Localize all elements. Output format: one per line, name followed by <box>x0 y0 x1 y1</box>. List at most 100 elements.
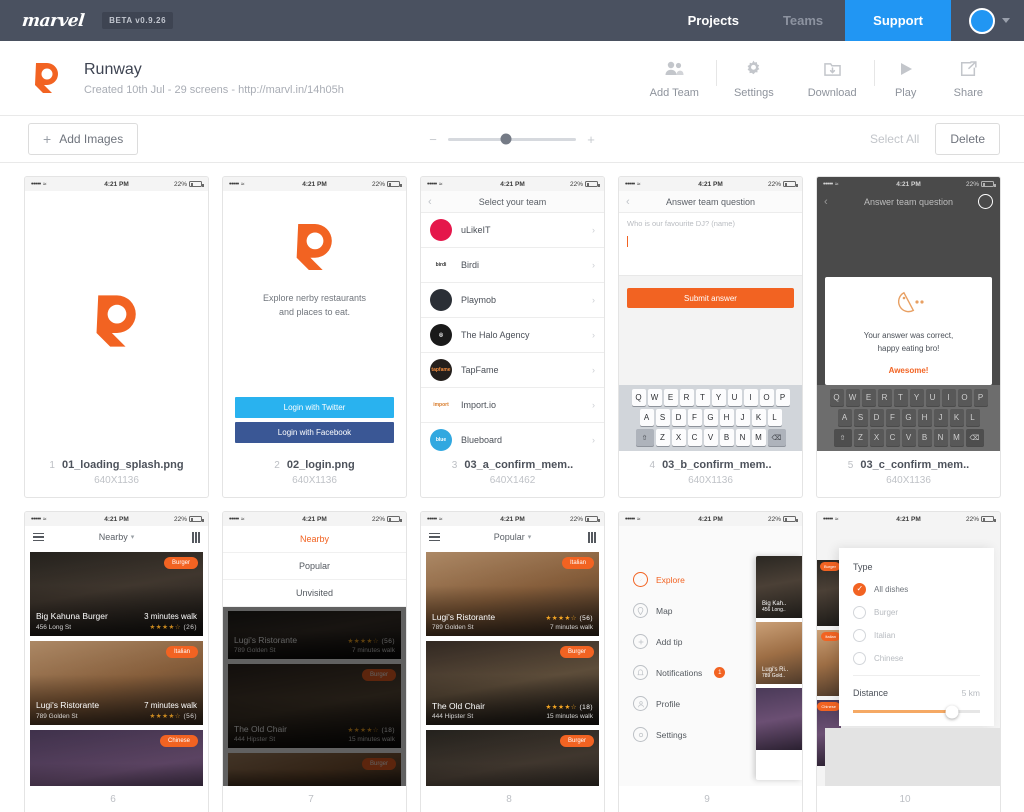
key[interactable]: D <box>671 409 686 426</box>
add-team-button[interactable]: Add Team <box>633 58 716 99</box>
restaurant-card[interactable]: Italian Lugi's Ristorante ★★★★☆ (56) 789… <box>426 552 599 636</box>
filter-option-chinese[interactable]: Chinese <box>853 652 980 665</box>
menu-item-profile[interactable]: Profile <box>633 696 725 711</box>
checkbox-icon[interactable] <box>853 583 866 596</box>
chevron-down-icon[interactable]: ▾ <box>131 533 135 541</box>
restaurant-card[interactable]: Burger The Old Chair ★★★★☆ (18) 444 Hips… <box>426 641 599 725</box>
modal-confirm-button[interactable]: Awesome! <box>835 366 982 375</box>
key[interactable]: W <box>647 389 662 406</box>
restaurant-card[interactable]: Burger Big Kahuna Burger 3 minutes walk … <box>30 552 203 636</box>
key[interactable]: X <box>671 429 686 446</box>
distance-slider-handle[interactable] <box>945 705 959 718</box>
key[interactable]: U <box>727 389 742 406</box>
backspace-key[interactable]: ⌫ <box>767 429 786 446</box>
key[interactable]: B <box>719 429 734 446</box>
zoom-slider[interactable]: − + <box>428 132 596 147</box>
select-all-button[interactable]: Select All <box>870 132 919 146</box>
key[interactable]: Y <box>711 389 726 406</box>
zoom-slider-track[interactable] <box>448 133 576 145</box>
close-icon[interactable] <box>978 194 993 209</box>
key[interactable]: I <box>743 389 758 406</box>
filter-option-all-dishes[interactable]: All dishes <box>853 583 980 596</box>
key[interactable]: P <box>775 389 790 406</box>
key[interactable]: V <box>703 429 718 446</box>
list-item[interactable]: ◎ The Halo Agency › <box>421 318 604 353</box>
zoom-out-icon[interactable]: − <box>428 132 438 147</box>
screen-card-1[interactable]: ••••• ≈ 4:21 PM 22% 1 01_loading_splash.p… <box>24 176 209 498</box>
dropdown-option-unvisited[interactable]: Unvisited <box>223 580 406 607</box>
checkbox-icon[interactable] <box>853 652 866 665</box>
back-icon[interactable]: ‹ <box>626 196 630 208</box>
nav-link-projects[interactable]: Projects <box>666 0 761 41</box>
play-button[interactable]: Play <box>875 58 937 99</box>
zoom-in-icon[interactable]: + <box>586 132 596 147</box>
nav-title[interactable]: Popular <box>494 532 525 542</box>
list-item[interactable]: import Import.io › <box>421 388 604 423</box>
key[interactable]: N <box>735 429 750 446</box>
list-item[interactable]: Playmob › <box>421 283 604 318</box>
key[interactable]: Z <box>655 429 670 446</box>
screen-card-7[interactable]: ••••• ≈ 4:21 PM 22% Nearby Popular Unvisi… <box>222 511 407 812</box>
answer-input[interactable]: Who is our favourite DJ? (name) <box>619 213 802 276</box>
login-facebook-button[interactable]: Login with Facebook <box>235 422 394 443</box>
list-item[interactable]: birdi Birdi › <box>421 248 604 283</box>
screen-card-8[interactable]: ••••• ≈ 4:21 PM 22% Popular ▾ Italian Lu… <box>420 511 605 812</box>
delete-button[interactable]: Delete <box>935 123 1000 155</box>
key[interactable]: H <box>719 409 734 426</box>
shift-key[interactable]: ⇧ <box>635 429 654 446</box>
share-button[interactable]: Share <box>937 58 1000 99</box>
list-item[interactable]: uLikeIT › <box>421 213 604 248</box>
marvel-logo[interactable]: marvel <box>21 11 85 31</box>
filter-icon[interactable] <box>192 531 200 543</box>
key[interactable]: M <box>751 429 766 446</box>
hamburger-menu-icon[interactable] <box>429 532 440 542</box>
login-twitter-button[interactable]: Login with Twitter <box>235 397 394 418</box>
key[interactable]: A <box>639 409 654 426</box>
restaurant-card[interactable]: Burger <box>426 730 599 786</box>
dropdown-option-nearby[interactable]: Nearby <box>223 526 406 553</box>
menu-item-map[interactable]: Map <box>633 603 725 618</box>
screen-card-10[interactable]: ••••• ≈ 4:21 PM 22% Burger Italian Chines… <box>816 511 1001 812</box>
screen-card-6[interactable]: ••••• ≈ 4:21 PM 22% Nearby ▾ Burger Big … <box>24 511 209 812</box>
settings-button[interactable]: Settings <box>717 58 791 99</box>
key[interactable]: T <box>695 389 710 406</box>
menu-item-notifications[interactable]: Notifications 1 <box>633 665 726 680</box>
checkbox-icon[interactable] <box>853 629 866 642</box>
menu-item-settings[interactable]: Settings <box>633 727 725 742</box>
distance-slider[interactable] <box>853 705 980 718</box>
checkbox-icon[interactable] <box>853 606 866 619</box>
key[interactable]: G <box>703 409 718 426</box>
list-item[interactable]: tapfame TapFame › <box>421 353 604 388</box>
nav-link-teams[interactable]: Teams <box>761 0 845 41</box>
avatar[interactable] <box>969 7 995 34</box>
download-button[interactable]: Download <box>791 58 874 99</box>
restaurant-card[interactable]: Italian Lugi's Ristorante 7 minutes walk… <box>30 641 203 725</box>
back-icon[interactable]: ‹ <box>824 196 828 208</box>
key[interactable]: J <box>735 409 750 426</box>
key[interactable]: F <box>687 409 702 426</box>
screen-card-9[interactable]: ••••• ≈ 4:21 PM 22% Explore Map Add tip … <box>618 511 803 812</box>
filter-option-italian[interactable]: Italian <box>853 629 980 642</box>
list-item[interactable]: blue Blueboard › <box>421 423 604 451</box>
dropdown-option-popular[interactable]: Popular <box>223 553 406 580</box>
key[interactable]: L <box>767 409 782 426</box>
zoom-slider-handle[interactable] <box>500 133 512 145</box>
chevron-down-icon[interactable]: ▾ <box>528 533 532 541</box>
screen-card-2[interactable]: ••••• ≈ 4:21 PM 22% Explore nerby restaur… <box>222 176 407 498</box>
key[interactable]: O <box>759 389 774 406</box>
key[interactable]: S <box>655 409 670 426</box>
key[interactable]: C <box>687 429 702 446</box>
submit-answer-button[interactable]: Submit answer <box>627 288 794 308</box>
screen-card-5[interactable]: ••••• ≈ 4:21 PM 22% ‹ Answer team questio… <box>816 176 1001 498</box>
restaurant-card[interactable]: Chinese <box>30 730 203 786</box>
hamburger-menu-icon[interactable] <box>33 532 44 542</box>
key[interactable]: R <box>679 389 694 406</box>
nav-link-support[interactable]: Support <box>845 0 951 41</box>
account-menu[interactable] <box>951 0 1024 41</box>
onscreen-keyboard[interactable]: Q W E R T Y U I O P A S D F G H J K L ⇧ … <box>619 385 802 451</box>
back-icon[interactable]: ‹ <box>428 196 432 208</box>
key[interactable]: K <box>751 409 766 426</box>
key[interactable]: E <box>663 389 678 406</box>
menu-item-explore[interactable]: Explore <box>633 572 725 587</box>
filter-icon[interactable] <box>588 531 596 543</box>
